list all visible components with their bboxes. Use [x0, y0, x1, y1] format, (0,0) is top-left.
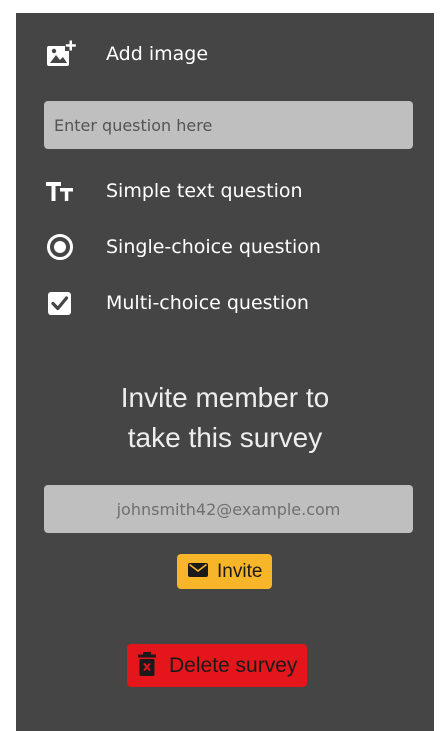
- invite-email-input[interactable]: [44, 485, 413, 533]
- invite-button[interactable]: Invite: [177, 554, 273, 589]
- checkbox-icon: [44, 286, 78, 320]
- survey-editor-panel: Add image Simple text question Single-ch…: [16, 13, 434, 731]
- question-input[interactable]: [44, 101, 413, 149]
- trash-icon: [137, 651, 157, 681]
- add-image-button[interactable]: Add image: [44, 36, 208, 72]
- text-size-icon: [44, 174, 78, 208]
- add-image-label: Add image: [106, 43, 209, 65]
- simple-text-question-label: Simple text question: [106, 180, 303, 202]
- invite-heading: Invite member to take this survey: [120, 382, 330, 453]
- invite-button-label: Invite: [217, 560, 263, 582]
- simple-text-question-button[interactable]: Simple text question: [44, 173, 303, 209]
- radio-button-icon: [44, 230, 78, 264]
- delete-survey-label: Delete survey: [169, 653, 298, 677]
- envelope-icon: [187, 561, 209, 583]
- single-choice-question-button[interactable]: Single-choice question: [44, 229, 321, 265]
- add-image-icon: [44, 37, 78, 71]
- delete-survey-button[interactable]: Delete survey: [127, 644, 308, 687]
- multi-choice-question-button[interactable]: Multi-choice question: [44, 285, 309, 321]
- multi-choice-question-label: Multi-choice question: [106, 292, 309, 314]
- single-choice-question-label: Single-choice question: [106, 236, 321, 258]
